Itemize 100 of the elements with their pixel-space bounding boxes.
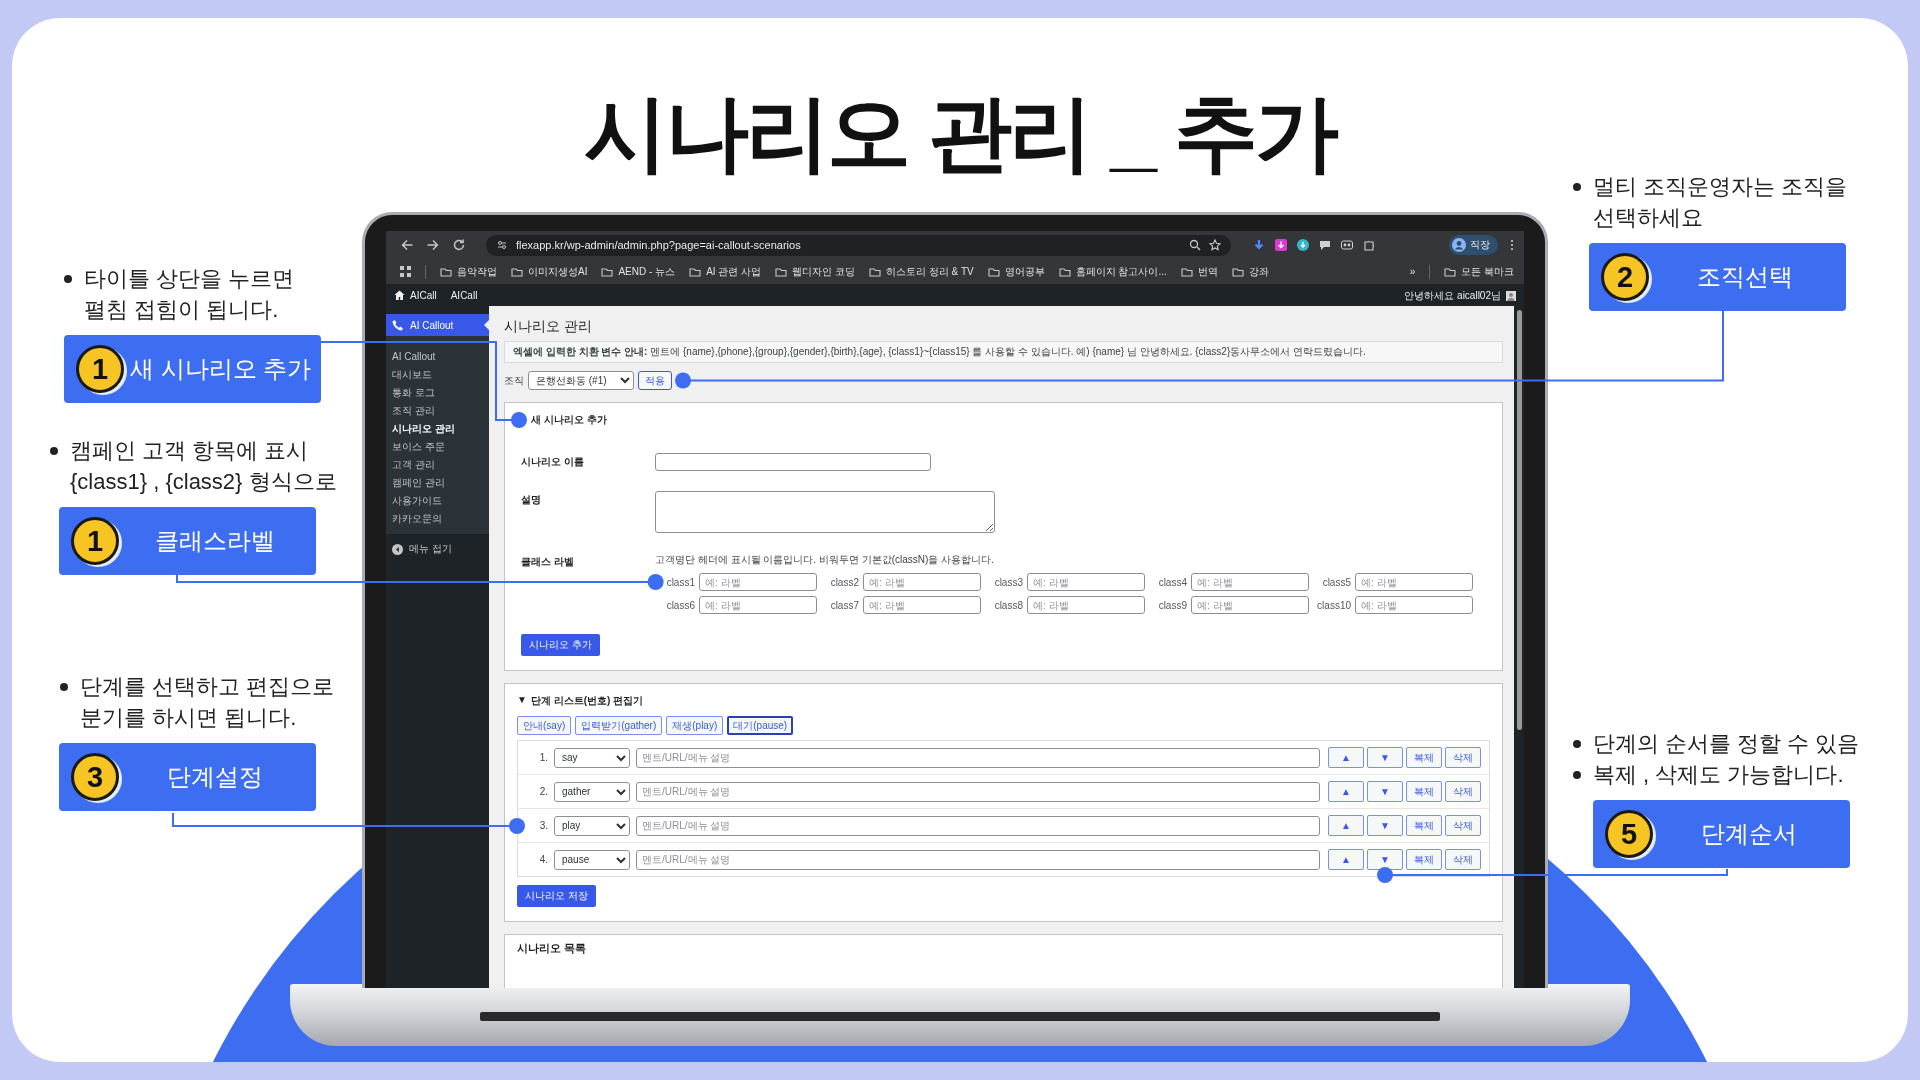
copy-button[interactable]: 복제 [1406, 849, 1442, 870]
field-label: class4 [1158, 576, 1187, 588]
move-down-button[interactable]: ▼ [1367, 815, 1403, 836]
delete-button[interactable]: 삭제 [1445, 815, 1481, 836]
bullet-icon [50, 447, 58, 455]
move-up-button[interactable]: ▲ [1328, 747, 1364, 768]
move-down-button[interactable]: ▼ [1367, 747, 1403, 768]
copy-button[interactable]: 복제 [1406, 815, 1442, 836]
text-area[interactable] [655, 491, 995, 533]
puzzle-icon[interactable] [1363, 239, 1375, 251]
download-icon[interactable] [1253, 239, 1265, 251]
move-up-button[interactable]: ▲ [1328, 781, 1364, 802]
delete-button[interactable]: 삭제 [1445, 781, 1481, 802]
input-field[interactable]: 예: 라벨 [1355, 596, 1473, 614]
section-title[interactable]: 새 시나리오 추가 [531, 413, 607, 427]
copy-button[interactable]: 복제 [1406, 747, 1442, 768]
sidebar-menu-item[interactable]: AI Callout [386, 314, 489, 336]
avatar-icon[interactable] [1506, 290, 1516, 301]
sidebar-item[interactable]: 시나리오 관리 [386, 420, 489, 438]
menu-icon[interactable] [1510, 239, 1514, 251]
step-type-select[interactable]: say [554, 747, 630, 768]
delete-button[interactable]: 삭제 [1445, 849, 1481, 870]
input-field[interactable]: 멘트/URL/메뉴 설명 [636, 815, 1320, 836]
site-info-icon[interactable] [496, 239, 508, 251]
input-field[interactable]: 멘트/URL/메뉴 설명 [636, 747, 1320, 768]
input-field[interactable] [655, 453, 931, 471]
bookmark-folder[interactable]: AI 관련 사업 [689, 264, 762, 279]
step-number: 1. [538, 752, 548, 763]
site-link[interactable]: AICall [410, 290, 437, 301]
add-step-button[interactable]: 재생(play) [666, 716, 724, 735]
home-icon[interactable] [394, 290, 405, 301]
chat-bubble-icon[interactable] [1319, 239, 1331, 251]
extension-icon[interactable] [1341, 239, 1353, 251]
address-bar[interactable]: flexapp.kr/wp-admin/admin.php?page=ai-callout-scenarios [486, 234, 1231, 256]
move-down-button[interactable]: ▼ [1367, 781, 1403, 802]
move-down-button[interactable]: ▼ [1367, 849, 1403, 870]
bookmark-folder[interactable]: 히스토리 정리 & TV [868, 264, 974, 279]
sidebar-item[interactable]: 통화 로그 [386, 384, 489, 402]
add-step-button[interactable]: 안내(say) [517, 716, 572, 735]
sidebar-item[interactable]: AI Callout [386, 348, 489, 366]
bookmark-folder[interactable]: 웹디자인 코딩 [775, 264, 855, 279]
input-field[interactable]: 예: 라벨 [863, 596, 981, 614]
input-field[interactable]: 예: 라벨 [699, 573, 817, 591]
sidebar-item[interactable]: 조직 관리 [386, 402, 489, 420]
input-field[interactable]: 예: 라벨 [1191, 573, 1309, 591]
input-field[interactable]: 예: 라벨 [863, 573, 981, 591]
bookmark-folder[interactable]: 영어공부 [987, 264, 1045, 279]
section-toggle[interactable]: ▼ 단계 리스트(번호) 편집기 [517, 694, 644, 708]
scrollbar[interactable] [1514, 306, 1524, 988]
all-bookmarks-folder[interactable]: 모든 북마크 [1444, 264, 1514, 279]
bookmark-folder[interactable]: 번역 [1180, 264, 1218, 279]
delete-button[interactable]: 삭제 [1445, 747, 1481, 768]
sidebar-item[interactable]: 고객 관리 [386, 456, 489, 474]
reload-icon[interactable] [452, 238, 466, 252]
search-icon[interactable] [1189, 239, 1201, 251]
slide-title: 시나리오 관리 _ 추가 [583, 85, 1337, 182]
forward-icon[interactable] [426, 238, 440, 252]
input-field[interactable]: 예: 라벨 [1027, 573, 1145, 591]
step-number: 3. [538, 820, 548, 831]
sidebar-item[interactable]: 사용가이드 [386, 492, 489, 510]
add-step-button[interactable]: 대기(pause) [727, 716, 794, 735]
profile-button[interactable]: 직장 [1449, 235, 1498, 255]
sidebar-item[interactable]: 보이스 주문 [386, 438, 489, 456]
back-icon[interactable] [400, 238, 414, 252]
sidebar-item[interactable]: 대시보드 [386, 366, 489, 384]
sidebar-item[interactable]: 캠페인 관리 [386, 474, 489, 492]
field-label: class6 [666, 599, 695, 611]
sidebar-item[interactable]: 카카오문의 [386, 510, 489, 528]
site-link[interactable]: AICall [450, 290, 478, 301]
bookmark-folder[interactable]: 이미지생성AI [511, 264, 588, 279]
step-type-select[interactable]: play [554, 815, 630, 836]
bookmark-folder[interactable]: 홈페이지 참고사이... [1058, 264, 1167, 279]
bookmark-folder[interactable]: 강좌 [1231, 264, 1269, 279]
bookmark-folder[interactable]: 음악작업 [440, 264, 497, 279]
input-field[interactable]: 예: 라벨 [1355, 573, 1473, 591]
save-scenario-button[interactable]: 시나리오 저장 [517, 885, 596, 907]
bullet-icon [1573, 183, 1581, 191]
bookmark-folder[interactable]: AEND - 뉴스 [601, 264, 676, 279]
copy-button[interactable]: 복제 [1406, 781, 1442, 802]
input-field[interactable]: 예: 라벨 [1191, 596, 1309, 614]
input-field[interactable]: 멘트/URL/메뉴 설명 [636, 781, 1320, 802]
callout-label: 단계순서 [1699, 819, 1797, 849]
input-field[interactable]: 멘트/URL/메뉴 설명 [636, 849, 1320, 870]
star-icon[interactable] [1209, 239, 1221, 251]
move-up-button[interactable]: ▲ [1328, 849, 1364, 870]
input-field[interactable]: 예: 라벨 [1027, 596, 1145, 614]
extension-icon[interactable] [1275, 239, 1287, 251]
input-field[interactable]: 예: 라벨 [699, 596, 817, 614]
collapse-menu-button[interactable]: 메뉴 접기 [386, 534, 458, 564]
add-step-button[interactable]: 입력받기(gather) [575, 716, 663, 735]
apply-button[interactable]: 적용 [638, 371, 672, 390]
organization-select[interactable]: 은행선화동 (#1) [528, 371, 634, 390]
move-up-button[interactable]: ▲ [1328, 815, 1364, 836]
step-type-select[interactable]: pause [554, 849, 630, 870]
more-bookmarks-button[interactable]: » [1409, 266, 1416, 277]
apps-grid-icon[interactable] [400, 266, 411, 277]
greeting-text[interactable]: 안녕하세요 aicall02님 [1404, 288, 1501, 303]
add-scenario-button[interactable]: 시나리오 추가 [521, 634, 600, 656]
step-type-select[interactable]: gather [554, 781, 630, 802]
extension-icon[interactable] [1297, 239, 1309, 251]
